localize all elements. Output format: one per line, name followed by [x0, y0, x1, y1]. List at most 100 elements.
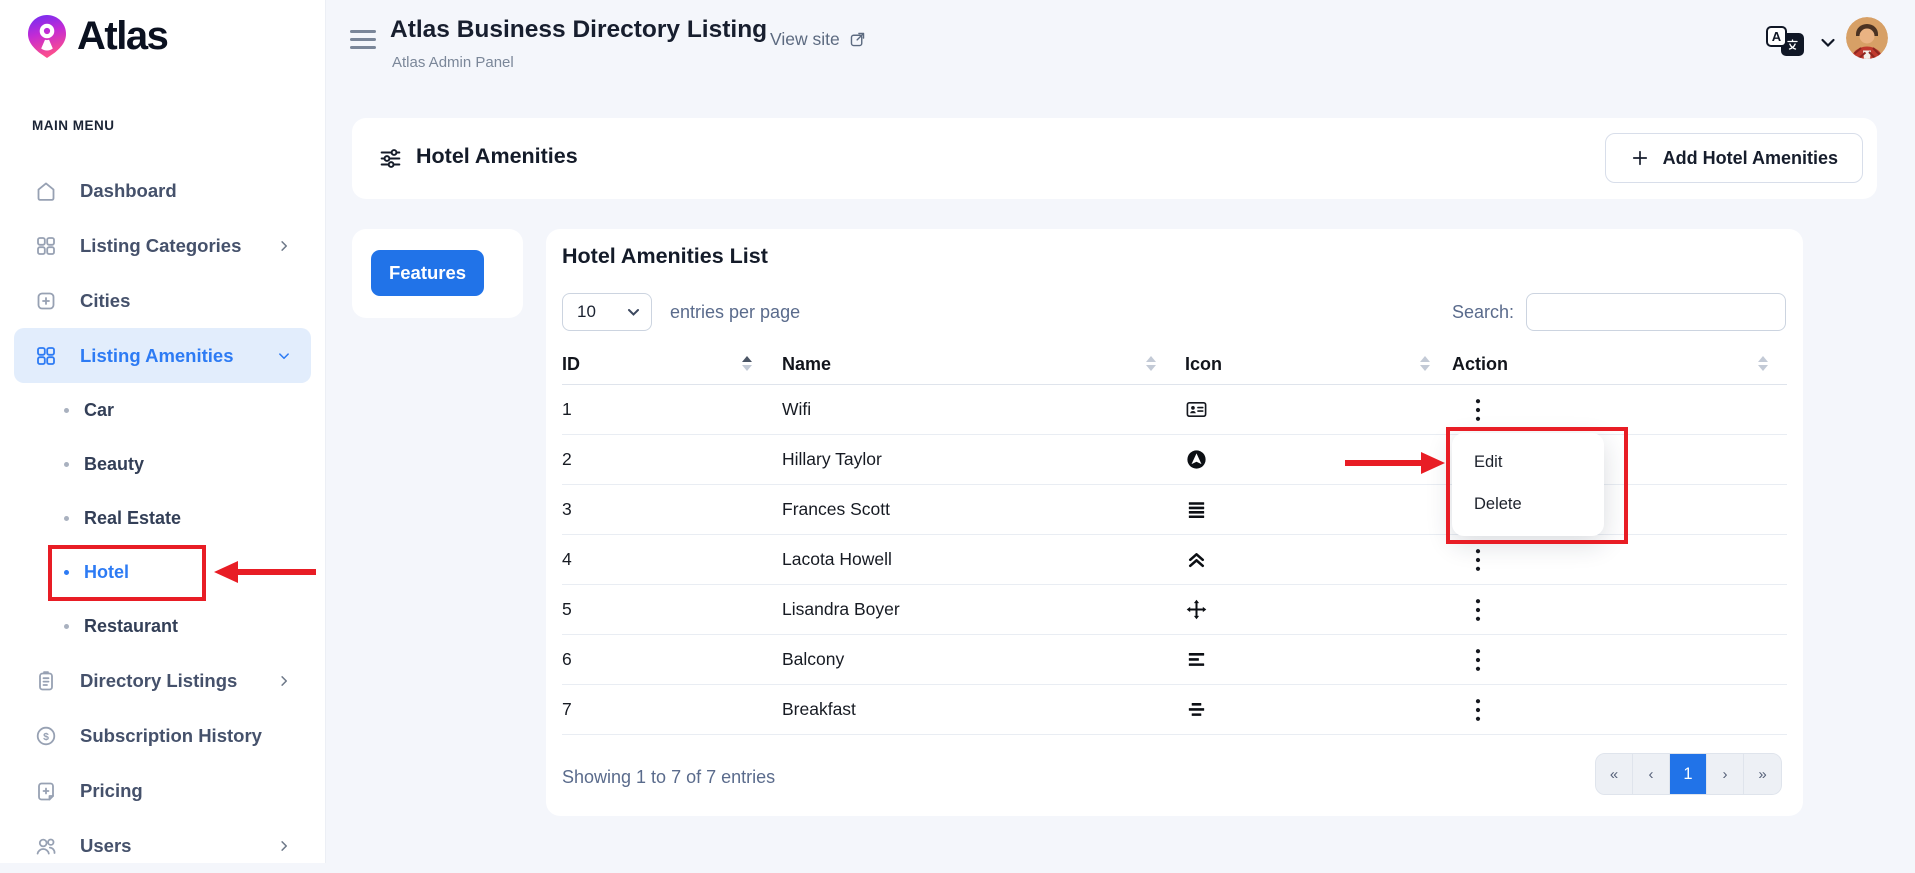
- plus-icon: [1630, 148, 1650, 168]
- sidebar-subitem-label: Car: [84, 400, 114, 421]
- sidebar-item-label: Listing Categories: [80, 235, 241, 257]
- cell-id: 6: [562, 649, 572, 670]
- sidebar-subitem-label: Beauty: [84, 454, 144, 475]
- sidebar-item-subscription-history[interactable]: $Subscription History: [14, 708, 311, 763]
- address-card-icon: [1185, 398, 1208, 421]
- grid-icon: [34, 344, 58, 368]
- sort-icon-icon[interactable]: [1420, 356, 1430, 371]
- grid-icon: [34, 234, 58, 258]
- table-row: 4Lacota Howell: [562, 535, 1787, 585]
- cell-id: 2: [562, 449, 572, 470]
- table-body: 1Wifi 2 Hillary Taylor 3 Frances Scott 4Lacot…: [562, 385, 1787, 735]
- sidebar-item-listing-amenities[interactable]: Listing Amenities: [14, 328, 311, 383]
- column-header-action[interactable]: Action: [1452, 354, 1508, 375]
- view-site-label: View site: [770, 29, 840, 50]
- search-label: Search:: [1452, 302, 1514, 323]
- column-header-id[interactable]: ID: [562, 354, 580, 375]
- brand-logo[interactable]: Atlas: [24, 13, 167, 59]
- file-plus-icon: [34, 779, 58, 803]
- sidebar-item-label: Listing Amenities: [80, 345, 234, 367]
- page-header-card: Hotel Amenities Add Hotel Amenities: [352, 118, 1877, 199]
- clipboard-icon: [34, 669, 58, 693]
- pagination-prev-button[interactable]: ‹: [1633, 754, 1670, 794]
- atlas-pin-icon: [24, 13, 70, 59]
- sidebar-item-cities[interactable]: Cities: [14, 273, 311, 328]
- sidebar-item-dashboard[interactable]: Dashboard: [14, 163, 311, 218]
- cell-name: Frances Scott: [782, 499, 890, 520]
- translate-icon: A: [1766, 26, 1787, 47]
- chevron-down-icon: [275, 347, 293, 365]
- sort-icon-action[interactable]: [1758, 356, 1768, 371]
- square-plus-icon: [34, 289, 58, 313]
- sidebar-item-label: Cities: [80, 290, 130, 312]
- sidebar-item-pricing[interactable]: Pricing: [14, 763, 311, 818]
- page-title: Hotel Amenities: [416, 144, 578, 169]
- circle-arrow-icon: [1185, 448, 1208, 471]
- table-row: 7 Breakfast: [562, 685, 1787, 735]
- chevron-right-icon: [275, 672, 293, 690]
- chevron-down-icon[interactable]: [1820, 36, 1836, 48]
- row-actions-button[interactable]: [1460, 543, 1496, 577]
- chevron-right-icon: [275, 837, 293, 855]
- external-link-icon: [849, 31, 866, 48]
- action-menu-item-edit[interactable]: Edit: [1474, 453, 1502, 472]
- user-avatar[interactable]: [1846, 17, 1888, 59]
- language-switcher[interactable]: A: [1766, 26, 1808, 57]
- sidebar: Atlas MAIN MENU Dashboard Listing Categor…: [0, 0, 326, 863]
- angles-up-icon: [1185, 548, 1208, 571]
- table-row: 5Lisandra Boyer: [562, 585, 1787, 635]
- align-left-icon: [1185, 648, 1208, 671]
- bullet-icon: [64, 570, 69, 575]
- row-actions-button[interactable]: [1460, 393, 1496, 427]
- users-icon: [34, 834, 58, 858]
- row-action-menu: Edit Delete: [1452, 433, 1604, 536]
- entries-select-value: 10: [577, 302, 596, 322]
- add-hotel-amenities-button[interactable]: Add Hotel Amenities: [1605, 133, 1863, 183]
- pagination-next-button[interactable]: ›: [1707, 754, 1744, 794]
- pagination-last-button[interactable]: »: [1744, 754, 1781, 794]
- chevron-down-icon: [627, 308, 640, 317]
- align-center-icon: [1185, 698, 1208, 721]
- search-input[interactable]: [1526, 293, 1786, 331]
- cell-name: Hillary Taylor: [782, 449, 882, 470]
- sidebar-item-label: Directory Listings: [80, 670, 237, 692]
- action-menu-item-delete[interactable]: Delete: [1474, 495, 1522, 514]
- bullet-icon: [64, 516, 69, 521]
- sidebar-item-label: Pricing: [80, 780, 143, 802]
- sidebar-subitem-hotel[interactable]: Hotel: [14, 545, 311, 599]
- sidebar-item-label: Users: [80, 835, 131, 857]
- view-site-link[interactable]: View site: [770, 29, 866, 50]
- sidebar-item-users[interactable]: Users: [14, 818, 311, 873]
- row-actions-button[interactable]: [1460, 693, 1496, 727]
- sort-icon-name[interactable]: [1146, 356, 1156, 371]
- sidebar-subitem-restaurant[interactable]: Restaurant: [14, 599, 311, 653]
- sidebar-item-directory-listings[interactable]: Directory Listings: [14, 653, 311, 708]
- dollar-circle-icon: $: [34, 724, 58, 748]
- features-tab-button[interactable]: Features: [371, 250, 484, 296]
- menu-icon[interactable]: [350, 30, 376, 49]
- entries-per-page-select[interactable]: 10: [562, 293, 652, 331]
- row-actions-button[interactable]: [1460, 593, 1496, 627]
- bullet-icon: [64, 462, 69, 467]
- cell-name: Lisandra Boyer: [782, 599, 900, 620]
- sidebar-subitem-beauty[interactable]: Beauty: [14, 437, 311, 491]
- sidebar-item-listing-categories[interactable]: Listing Categories: [14, 218, 311, 273]
- table-summary: Showing 1 to 7 of 7 entries: [562, 767, 775, 788]
- sidebar-subitem-car[interactable]: Car: [14, 383, 311, 437]
- cell-name: Lacota Howell: [782, 549, 892, 570]
- sort-icon-id[interactable]: [742, 356, 752, 371]
- sidebar-subitem-real-estate[interactable]: Real Estate: [14, 491, 311, 545]
- pagination-page-1[interactable]: 1: [1670, 754, 1707, 794]
- column-header-icon[interactable]: Icon: [1185, 354, 1222, 375]
- row-actions-button[interactable]: [1460, 643, 1496, 677]
- pagination-first-button[interactable]: «: [1596, 754, 1633, 794]
- cell-name: Breakfast: [782, 699, 856, 720]
- bullet-icon: [64, 624, 69, 629]
- sidebar-subitem-label: Hotel: [84, 562, 129, 583]
- cell-id: 3: [562, 499, 572, 520]
- sidebar-section-label: MAIN MENU: [32, 118, 115, 133]
- cell-id: 7: [562, 699, 572, 720]
- chevron-right-icon: [275, 237, 293, 255]
- column-header-name[interactable]: Name: [782, 354, 831, 375]
- table-row: 1Wifi: [562, 385, 1787, 435]
